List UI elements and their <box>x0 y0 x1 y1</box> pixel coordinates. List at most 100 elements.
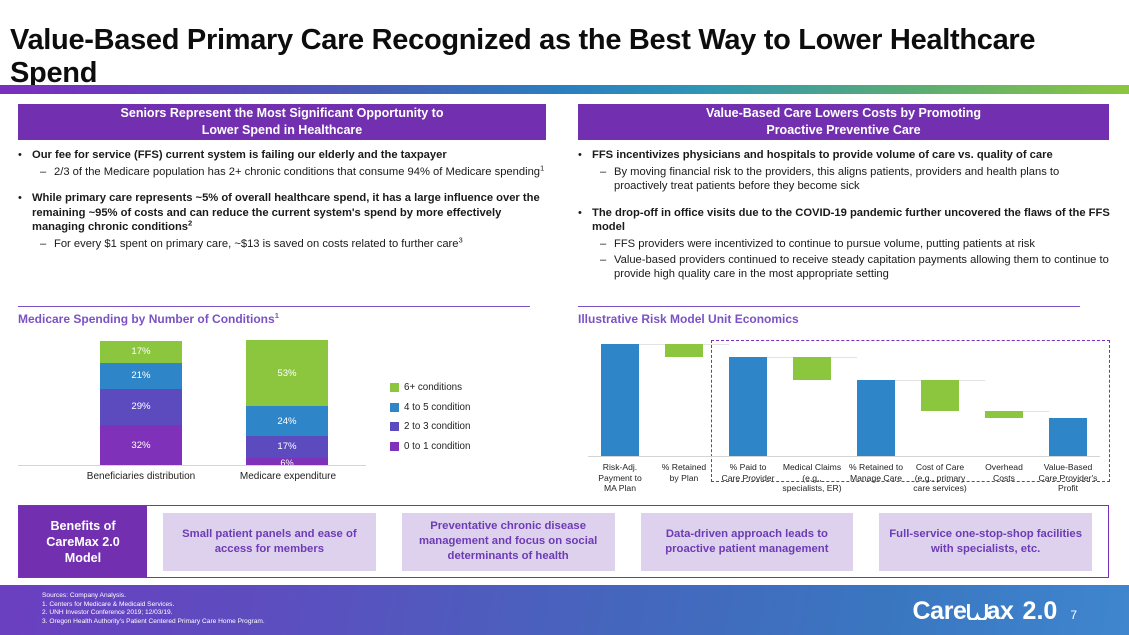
waterfall-connector <box>703 344 729 345</box>
bullet-item: • The drop-off in office visits due to t… <box>578 206 1114 235</box>
stacked-plot-area: 17% 21% 29% 32% 53% 24% 17% 6% Beneficiaries d… <box>18 340 378 482</box>
stacked-bar-expenditure: 53% 24% 17% 6% <box>246 340 328 468</box>
sub-bullet-item: – FFS providers were incentivized to con… <box>600 237 1114 252</box>
divider <box>18 306 530 307</box>
bullet-item: • Our fee for service (FFS) current syst… <box>18 148 552 163</box>
legend-swatch-icon <box>390 441 399 451</box>
benefits-strip: Benefits of CareMax 2.0 Model Small pati… <box>18 505 1109 578</box>
waterfall-bar <box>1048 417 1088 456</box>
page-number: 7 <box>1070 608 1077 622</box>
dash-icon: – <box>40 237 47 250</box>
chart-section-right-title: Illustrative Risk Model Unit Economics <box>578 306 1080 326</box>
waterfall-plot-area <box>588 340 1110 482</box>
sub-bullet-item: – Value-based providers continued to rec… <box>600 253 1114 282</box>
dash-icon: – <box>40 165 47 178</box>
waterfall-bar <box>920 379 960 412</box>
logo-wordmark: Care ax <box>913 597 1014 626</box>
x-axis-line <box>18 465 366 466</box>
waterfall-bar <box>984 411 1024 418</box>
waterfall-bar <box>600 344 640 456</box>
page-title: Value-Based Primary Care Recognized as t… <box>10 24 1036 89</box>
bullet-text: While primary care represents ~5% of ove… <box>32 192 540 234</box>
legend-item: 6+ conditions <box>390 382 470 393</box>
chart-title-right: Illustrative Risk Model Unit Economics <box>578 312 799 326</box>
stacked-segment: 17% <box>246 436 328 458</box>
chart-title-left: Medicare Spending by Number of Condition… <box>18 311 279 326</box>
benefits-lead-line3: Model <box>64 550 102 565</box>
x-tick-label: Medical Claims (e.g., specialists, ER) <box>782 462 842 494</box>
legend-swatch-icon <box>390 383 399 392</box>
sub-bullet-item: – 2/3 of the Medicare population has 2+ … <box>40 164 552 180</box>
logo-text-post: ax <box>986 597 1014 625</box>
bullet-dot-icon: • <box>578 149 582 161</box>
x-tick-label: Beneficiaries distribution <box>86 471 196 482</box>
highlight-dashed-box <box>711 340 1110 482</box>
waterfall-connector <box>767 357 793 359</box>
x-tick-label: Overhead Costs <box>985 462 1023 483</box>
panel-header-right: Value-Based Care Lowers Costs by Promoti… <box>578 104 1109 140</box>
waterfall-chart: Risk-Adj. Payment to MA Plan % Retained by P… <box>578 340 1118 495</box>
sub-bullet-item: – By moving financial risk to the provid… <box>600 165 1114 194</box>
waterfall-connector <box>639 344 665 345</box>
caremax-logo: Care ax 2.0 7 <box>913 597 1077 626</box>
legend-item: 4 to 5 condition <box>390 402 470 413</box>
slide-footer: Sources: Company Analysis. 1. Centers for… <box>0 585 1129 635</box>
sources-note: Sources: Company Analysis. 1. Centers for… <box>42 592 265 626</box>
bullet-text: FFS incentivizes physicians and hospital… <box>592 149 1053 161</box>
waterfall-bar <box>664 344 704 358</box>
divider <box>578 306 1080 307</box>
x-tick-label: Cost of Care (e.g., primary care services) <box>913 462 967 494</box>
source-line: 1. Centers for Medicare & Medicaid Servi… <box>42 600 175 608</box>
x-tick-label: % Paid to Care Provider <box>721 462 775 483</box>
panel-header-right-line1: Value-Based Care Lowers Costs by Promoti… <box>705 106 982 120</box>
stacked-segment: 24% <box>246 406 328 437</box>
chart-section-left-title: Medicare Spending by Number of Condition… <box>18 306 530 326</box>
x-tick-label: Medicare expenditure <box>239 471 337 482</box>
benefit-card: Full-service one-stop-shop facilities wi… <box>879 512 1092 571</box>
dash-icon: – <box>600 165 607 178</box>
bullet-dot-icon: • <box>578 206 582 219</box>
x-tick-label: % Retained by Plan <box>661 462 707 483</box>
sub-bullet-text: For every $1 spent on primary care, ~$13… <box>54 235 463 250</box>
x-tick-label: % Retained to Manage Care <box>849 462 903 483</box>
sub-bullet-text: FFS providers were incentivized to conti… <box>614 237 1035 250</box>
legend-label: 4 to 5 condition <box>404 401 471 413</box>
heart-icon <box>966 604 988 620</box>
panel-header-right-line2: Proactive Preventive Care <box>766 123 921 137</box>
bullet-list-right: • FFS incentivizes physicians and hospit… <box>578 148 1114 283</box>
x-axis-line <box>588 456 1100 457</box>
benefits-lead-label: Benefits of CareMax 2.0 Model <box>19 506 147 577</box>
bullet-dot-icon: • <box>18 149 22 161</box>
panel-header-left: Seniors Represent the Most Significant O… <box>18 104 546 140</box>
benefit-card: Preventative chronic disease management … <box>401 512 615 571</box>
stacked-segment: 6% <box>246 457 328 468</box>
benefits-card-list: Small patient panels and ease of access … <box>147 506 1108 577</box>
source-line: Sources: Company Analysis. <box>42 592 126 599</box>
logo-version: 2.0 <box>1022 597 1058 625</box>
benefit-card: Small patient panels and ease of access … <box>163 512 376 571</box>
benefits-lead-line1: Benefits of <box>50 518 116 533</box>
sub-bullet-text: By moving financial risk to the provider… <box>614 165 1060 193</box>
stacked-segment: 17% <box>100 341 182 363</box>
bullet-item: • FFS incentivizes physicians and hospit… <box>578 148 1114 163</box>
stacked-bar-beneficiaries: 17% 21% 29% 32% <box>100 341 182 465</box>
bullet-item: • While primary care represents ~5% of o… <box>18 191 552 235</box>
benefits-lead-line2: CareMax 2.0 <box>46 534 120 549</box>
x-tick-label: Risk-Adj. Payment to MA Plan <box>598 462 642 494</box>
stacked-segment: 53% <box>246 340 328 407</box>
legend-label: 2 to 3 condition <box>404 421 471 432</box>
source-line: 3. Oregon Health Authority’s Patient Cen… <box>42 617 265 625</box>
legend-label: 0 to 1 condition <box>404 440 471 452</box>
x-tick-label: Value-Based Care Provider's Profit <box>1038 462 1098 494</box>
stacked-segment: 21% <box>100 362 182 389</box>
panel-header-left-line1: Seniors Represent the Most Significant O… <box>120 106 444 120</box>
bullet-text: The drop-off in office visits due to the… <box>592 206 1110 234</box>
benefit-card: Data-driven approach leads to proactive … <box>640 512 854 571</box>
legend-item: 2 to 3 condition <box>390 421 470 432</box>
panel-header-left-line2: Lower Spend in Healthcare <box>201 123 363 137</box>
dash-icon: – <box>600 237 607 250</box>
bullet-list-left: • Our fee for service (FFS) current syst… <box>18 148 552 253</box>
slide: Value-Based Primary Care Recognized as t… <box>0 0 1129 635</box>
sub-bullet-text: Value-based providers continued to recei… <box>614 253 1109 281</box>
legend-swatch-icon <box>390 402 399 412</box>
